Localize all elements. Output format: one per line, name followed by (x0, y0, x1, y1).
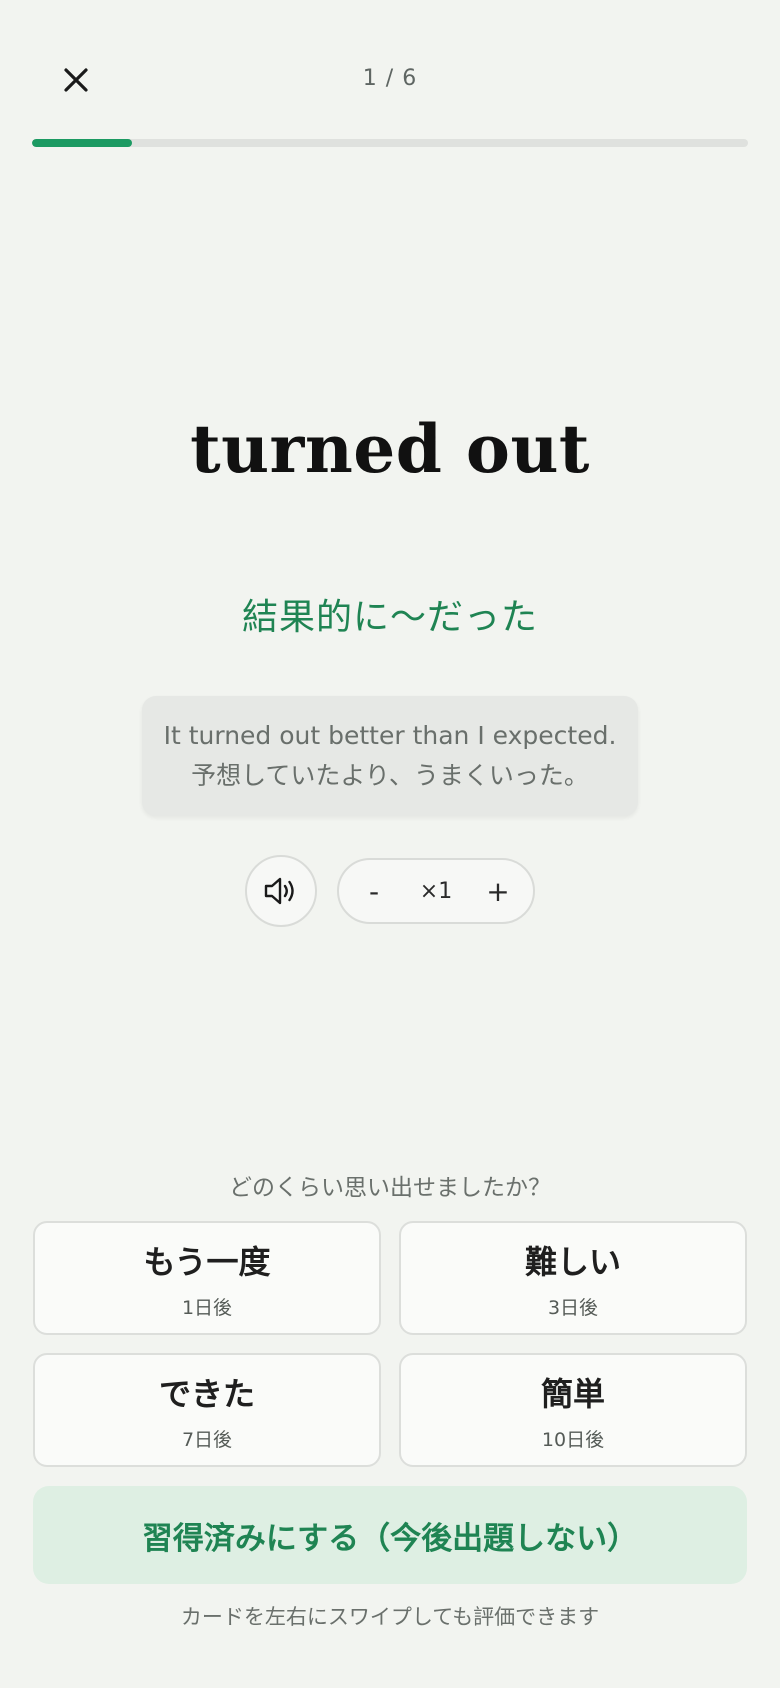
rating-question: どのくらい思い出せましたか？ (229, 1175, 551, 1201)
example-english: It turned out better than I expected. (163, 721, 617, 750)
progress-counter: 1 / 6 (362, 66, 418, 91)
playback-speed-control: - ×1 + (337, 858, 535, 924)
swipe-hint: カードを左右にスワイプしても評価できます (180, 1605, 600, 1629)
speed-decrease-button[interactable]: - (359, 875, 389, 908)
example-japanese: 予想していたより、うまくいった。 (191, 761, 589, 790)
speed-value: ×1 (419, 878, 453, 904)
progress-bar-fill (32, 139, 133, 147)
rating-label: 簡単 (540, 1374, 605, 1413)
rating-hard-button[interactable]: 難しい 3日後 (399, 1221, 747, 1335)
rating-interval: 7日後 (181, 1428, 233, 1451)
flashcard-review-screen: 1 / 6 turned out 結果的に〜だった It turned out … (0, 0, 780, 1688)
speed-increase-button[interactable]: + (483, 875, 513, 908)
mark-mastered-button[interactable]: 習得済みにする（今後出題しない） (33, 1486, 747, 1584)
rating-interval: 3日後 (547, 1296, 599, 1319)
rating-interval: 10日後 (541, 1428, 605, 1451)
rating-label: もう一度 (143, 1242, 271, 1281)
rating-label: できた (158, 1374, 255, 1413)
rating-interval: 1日後 (181, 1296, 233, 1319)
speaker-icon (264, 877, 294, 905)
rating-label: 難しい (524, 1242, 621, 1281)
rating-again-button[interactable]: もう一度 1日後 (33, 1221, 381, 1335)
card-meaning: 結果的に〜だった (241, 597, 538, 638)
card-term: turned out (190, 410, 590, 488)
example-sentence-box: It turned out better than I expected. 予想… (142, 696, 638, 816)
rating-easy-button[interactable]: 簡単 10日後 (399, 1353, 747, 1467)
rating-good-button[interactable]: できた 7日後 (33, 1353, 381, 1467)
play-audio-button[interactable] (245, 855, 317, 927)
progress-bar (32, 139, 748, 147)
